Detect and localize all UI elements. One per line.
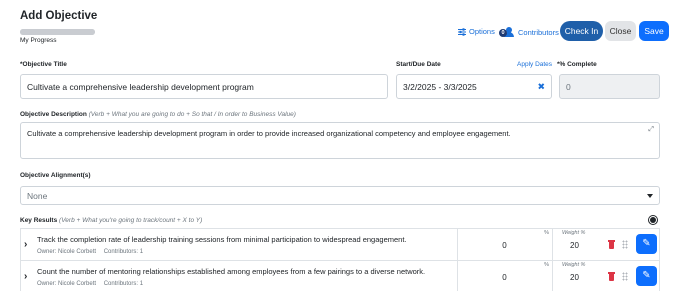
percent-unit: %: [544, 230, 549, 236]
contributors-label: Contributors: [518, 27, 559, 37]
percent-complete-label: *% Complete: [557, 61, 597, 68]
objective-alignment-select[interactable]: None: [20, 186, 660, 205]
options-link[interactable]: Options: [458, 27, 495, 36]
date-range-input[interactable]: 3/2/2025 - 3/3/2025 ✖: [396, 74, 552, 99]
save-button[interactable]: Save: [639, 21, 669, 41]
key-result-owner: Owner: Nicole Corbett: [37, 281, 97, 287]
key-result-weight-value: 20: [570, 273, 579, 282]
percent-complete-value: 0: [566, 81, 571, 92]
my-progress-label: My Progress: [20, 37, 57, 44]
gear-icon[interactable]: [650, 217, 656, 223]
objective-alignment-label: Objective Alignment(s): [20, 172, 91, 179]
pencil-icon[interactable]: ✎: [636, 234, 657, 254]
objective-alignment-value: None: [27, 190, 48, 201]
objective-description-textarea[interactable]: Cultivate a comprehensive leadership dev…: [20, 122, 660, 159]
objective-description-hint: (Verb + What you are going to do + So th…: [88, 111, 296, 118]
key-result-meta: Owner: Nicole Corbett Contributors: 1: [37, 281, 149, 287]
weight-unit: Weight %: [562, 262, 586, 268]
contributors-link[interactable]: 0 Contributors: [499, 27, 559, 37]
objective-description-label: Objective Description (Verb + What you a…: [20, 111, 296, 118]
objective-description-value: Cultivate a comprehensive leadership dev…: [27, 129, 511, 138]
key-result-percent-value: 0: [502, 273, 507, 282]
key-results-label-text: Key Results: [20, 217, 58, 224]
key-result-title: Track the completion rate of leadership …: [37, 235, 407, 244]
key-result-percent-value: 0: [502, 241, 507, 250]
key-results-label: Key Results (Verb + What you're going to…: [20, 217, 202, 224]
objective-title-input[interactable]: Cultivate a comprehensive leadership dev…: [20, 74, 388, 99]
key-result-percent-field[interactable]: % 0: [457, 261, 551, 291]
grip-icon[interactable]: [622, 272, 628, 281]
people-icon: 0: [499, 27, 515, 37]
check-in-button[interactable]: Check In: [560, 21, 603, 41]
key-result-owner: Owner: Nicole Corbett: [37, 249, 97, 255]
key-results-hint: (Verb + What you're going to track/count…: [59, 217, 203, 224]
weight-unit: Weight %: [562, 230, 586, 236]
objective-description-label-text: Objective Description: [20, 111, 87, 118]
chevron-down-icon: [647, 193, 653, 198]
key-result-row[interactable]: › Count the number of mentoring relation…: [20, 260, 660, 291]
expand-icon[interactable]: ⤢: [648, 126, 654, 134]
contributors-count-badge: 0: [499, 29, 507, 37]
start-due-date-label: Start/Due Date: [396, 61, 441, 68]
key-result-row[interactable]: › Track the completion rate of leadershi…: [20, 228, 660, 262]
my-progress-bar: [20, 29, 95, 35]
key-result-contributors: Contributors: 1: [103, 281, 144, 287]
trash-icon[interactable]: [608, 272, 615, 281]
percent-unit: %: [544, 262, 549, 268]
key-result-title: Count the number of mentoring relationsh…: [37, 267, 426, 276]
date-range-value: 3/2/2025 - 3/3/2025: [403, 81, 477, 92]
key-result-weight-value: 20: [570, 241, 579, 250]
grip-icon[interactable]: [622, 240, 628, 249]
objective-title-value: Cultivate a comprehensive leadership dev…: [27, 81, 254, 92]
pencil-icon[interactable]: ✎: [636, 266, 657, 286]
key-result-weight-field[interactable]: Weight % 20: [552, 229, 602, 261]
key-result-contributors: Contributors: 1: [103, 249, 144, 255]
chevron-right-icon[interactable]: ›: [24, 239, 27, 250]
chevron-right-icon[interactable]: ›: [24, 271, 27, 282]
trash-icon[interactable]: [608, 240, 615, 249]
apply-dates-link[interactable]: Apply Dates: [517, 61, 552, 68]
percent-complete-input: 0: [559, 74, 660, 99]
key-result-meta: Owner: Nicole Corbett Contributors: 1: [37, 249, 149, 255]
page-title: Add Objective: [20, 10, 98, 22]
my-progress-fill: [20, 29, 95, 35]
close-button[interactable]: Close: [605, 21, 636, 41]
objective-title-label: *Objective Title: [20, 61, 67, 68]
key-result-percent-field[interactable]: % 0: [457, 229, 551, 261]
close-icon[interactable]: ✖: [537, 81, 545, 92]
options-label: Options: [469, 27, 495, 36]
sliders-icon: [458, 27, 466, 36]
key-result-weight-field[interactable]: Weight % 20: [552, 261, 602, 291]
